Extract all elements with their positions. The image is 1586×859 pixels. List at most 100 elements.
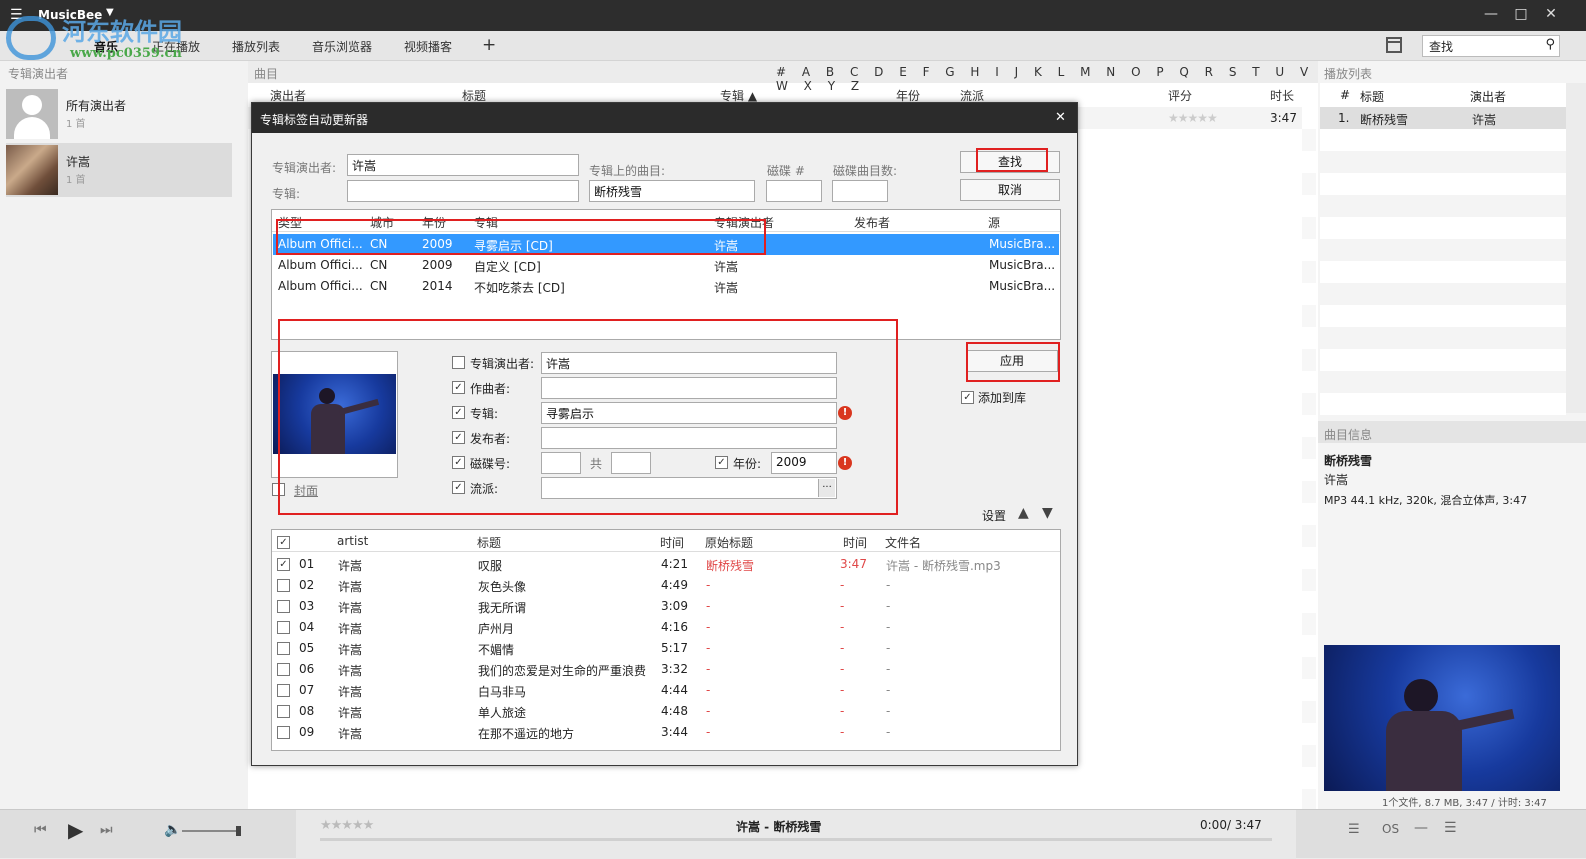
info-artist: 许嵩 [1324,473,1349,487]
settings-link[interactable]: 设置 [982,507,1006,524]
track-title: 不媚情 [478,643,515,657]
track-checkbox[interactable]: ✓ [277,558,290,571]
track-on-album-field[interactable]: 断桥残雪 [589,180,755,202]
disc-number-field[interactable] [766,180,822,202]
playlist-row[interactable]: 1. 断桥残雪 许嵩 [1320,107,1566,129]
result-artist: 许嵩 [714,260,739,274]
track-original-time: - [840,641,845,655]
col-playlist-artist[interactable]: 演出者 [1470,88,1506,105]
col-source[interactable]: 源 [988,214,1000,231]
menu-icon[interactable]: ☰ [1444,820,1457,836]
result-artist: 许嵩 [714,281,739,295]
track-time: 4:48 [661,704,688,718]
track-row[interactable]: 04 许嵩 庐州月 4:16 - - - [273,617,1059,638]
track-checkbox[interactable] [277,642,290,655]
col-original-time[interactable]: 时间 [843,534,867,551]
track-checkbox[interactable] [277,600,290,613]
album-artist-field[interactable]: 许嵩 [347,154,579,176]
track-row[interactable]: 02 许嵩 灰色头像 4:49 - - - [273,575,1059,596]
track-original-title: 断桥残雪 [706,559,755,573]
track-original-time: - [840,620,845,634]
move-down-icon[interactable]: ▼ [1042,505,1053,521]
playlist-row-title: 断桥残雪 [1360,113,1409,127]
watermark-url: www.pc0359.cn [70,46,182,61]
track-row[interactable]: 06 许嵩 我们的恋爱是对生命的严重浪费 3:32 - - - [273,659,1059,680]
disc-tracks-field[interactable] [832,180,888,202]
col-rating[interactable]: 评分 [1168,87,1192,104]
col-track-artist[interactable]: artist [337,534,368,548]
search-icon[interactable]: ⚲ [1545,37,1555,52]
add-tab-button[interactable]: + [482,35,496,55]
select-all-checkbox[interactable]: ✓ [277,536,290,549]
minimize-player-icon[interactable]: — [1414,820,1428,836]
track-row[interactable]: 05 许嵩 不媚情 5:17 - - - [273,638,1059,659]
volume-slider[interactable] [182,826,241,836]
playlist-header: 播放列表 [1324,67,1373,81]
track-original-title: - [706,620,711,634]
track-checkbox[interactable] [277,726,290,739]
tab-podcasts[interactable]: 视频播客 [404,38,452,55]
col-track-title[interactable]: 标题 [477,534,501,551]
play-icon[interactable]: ▶ [68,818,83,842]
track-title: 单人旅途 [478,706,527,720]
track-row[interactable]: 03 许嵩 我无所谓 3:09 - - - [273,596,1059,617]
alphabet-filter[interactable]: # A B C D E F G H I J K L M N O P Q R S … [776,65,1318,93]
col-track-time[interactable]: 时间 [660,534,684,551]
player-rating[interactable]: ★★★★★ [320,818,374,833]
track-checkbox[interactable] [277,579,290,592]
track-row[interactable]: 09 许嵩 在那不遥远的地方 3:44 - - - [273,722,1059,743]
scrobble-icon[interactable]: OS [1382,822,1399,836]
track-original-time: - [840,578,845,592]
track-checkbox[interactable] [277,684,290,697]
artist-item-all[interactable]: 所有演出者 1 首 [6,87,232,141]
track-artist: 许嵩 [338,685,363,699]
col-publisher[interactable]: 发布者 [854,214,890,231]
track-title: 我们的恋爱是对生命的严重浪费 [478,664,647,678]
track-row[interactable]: ✓ 01 许嵩 叹服 4:21 断桥残雪 3:47 许嵩 - 断桥残雪.mp3 [273,554,1059,575]
dialog-close-button[interactable]: ✕ [1055,110,1066,125]
close-window-button[interactable]: ✕ [1540,6,1562,22]
track-checkbox[interactable] [277,621,290,634]
result-type: Album Offici... [278,279,363,293]
track-duration: 3:47 [1270,111,1297,125]
track-title: 在那不遥远的地方 [478,727,575,741]
track-row[interactable]: 07 许嵩 白马非马 4:44 - - - [273,680,1059,701]
tab-music-explorer[interactable]: 音乐浏览器 [312,38,372,55]
tab-playlists[interactable]: 播放列表 [232,38,280,55]
rating-stars[interactable]: ★★★★★ [1168,111,1218,125]
track-checkbox[interactable] [277,705,290,718]
progress-bar[interactable] [320,838,1272,841]
album-field[interactable] [347,180,579,202]
track-row[interactable]: 08 许嵩 单人旅途 4:48 - - - [273,701,1059,722]
artist-count: 1 首 [66,175,86,186]
layout-icon[interactable] [1386,37,1402,53]
track-checkbox[interactable] [277,663,290,676]
playlist-row-artist: 许嵩 [1472,113,1497,127]
track-number: 03 [299,599,315,613]
col-duration[interactable]: 时长 [1270,87,1294,104]
track-time: 3:32 [661,662,688,676]
volume-icon[interactable]: 🔈 [164,822,181,838]
equalizer-icon[interactable]: ☰ [1348,822,1360,837]
track-mapping-grid: ✓ artist 标题 时间 原始标题 时间 文件名 ✓ 01 许嵩 叹服 4:21 断桥… [271,529,1061,751]
add-to-library-checkbox[interactable]: ✓ [961,391,974,404]
nav-bar: 音乐 正在播放 播放列表 音乐浏览器 视频播客 + 查找 ⚲ [0,31,1586,61]
track-time: 4:16 [661,620,688,634]
previous-icon[interactable]: ⏮ [34,822,47,838]
maximize-button[interactable]: □ [1510,6,1532,22]
col-playlist-title[interactable]: 标题 [1360,88,1384,105]
move-up-icon[interactable]: ▲ [1018,505,1029,521]
col-number[interactable]: # [1340,88,1350,102]
minimize-button[interactable]: — [1480,6,1502,22]
watermark-logo [6,16,56,60]
next-icon[interactable]: ⏭ [100,822,113,838]
artist-item-xusong[interactable]: 许嵩 1 首 [6,143,232,197]
col-filename[interactable]: 文件名 [885,534,921,551]
search-placeholder: 查找 [1429,40,1454,54]
album-artist-label: 专辑演出者: [272,161,337,175]
result-row[interactable]: Album Offici... CN 2014 不如吃茶去 [CD] 许嵩 Mu… [273,276,1059,297]
cancel-button[interactable]: 取消 [960,179,1060,201]
search-input[interactable]: 查找 ⚲ [1422,35,1560,57]
col-original-title[interactable]: 原始标题 [705,534,753,551]
result-row[interactable]: Album Offici... CN 2009 自定义 [CD] 许嵩 Musi… [273,255,1059,276]
